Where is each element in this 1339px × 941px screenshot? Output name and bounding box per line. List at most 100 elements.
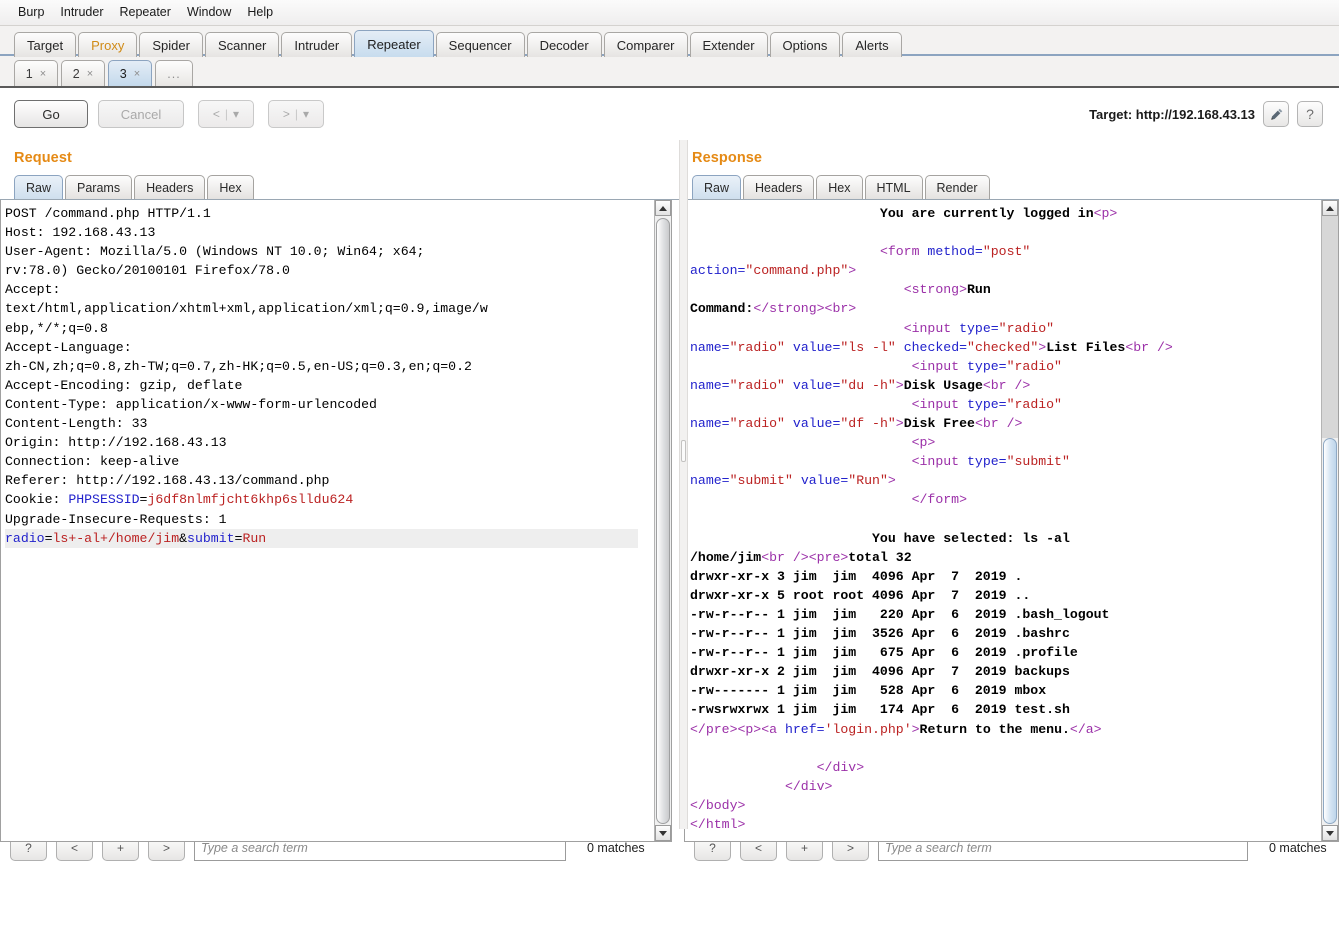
- run-command-label-1: Run: [967, 282, 991, 298]
- response-tab-html[interactable]: HTML: [864, 175, 923, 199]
- listing-row: drwxr-xr-x 3 jim jim 4096 Apr 7 2019 .: [690, 568, 1023, 584]
- scroll-down-button[interactable]: [1322, 825, 1338, 841]
- help-button[interactable]: ?: [1297, 101, 1323, 127]
- input-open-tag: <input: [911, 358, 967, 374]
- request-pane: Request Raw Params Headers Hex POST /com…: [0, 140, 680, 842]
- response-tab-headers[interactable]: Headers: [743, 175, 815, 199]
- repeater-tab-2-label: 2: [72, 66, 80, 81]
- back-button[interactable]: < | ▾: [198, 100, 254, 128]
- forward-arrow-icon: >: [282, 107, 290, 121]
- cancel-button[interactable]: Cancel: [98, 100, 184, 128]
- home-path: /home/jim: [690, 549, 762, 565]
- response-editor[interactable]: You are currently logged in<p> <form met…: [684, 200, 1339, 842]
- divider: |: [224, 107, 229, 121]
- tab-comparer[interactable]: Comparer: [603, 32, 688, 57]
- triangle-down-icon: [659, 830, 667, 836]
- close-icon[interactable]: ×: [87, 68, 93, 80]
- menu-item-burp[interactable]: Burp: [10, 3, 52, 22]
- repeater-tab-3[interactable]: 3 ×: [108, 60, 152, 86]
- body-param-radio-value: ls+-al+/home/jim: [52, 530, 180, 546]
- a-open-tag: <a: [761, 721, 785, 737]
- request-editor[interactable]: POST /command.php HTTP/1.1 Host: 192.168…: [0, 200, 672, 842]
- body-param-submit-value: Run: [242, 530, 267, 546]
- menu-item-repeater[interactable]: Repeater: [112, 3, 179, 22]
- response-tab-render[interactable]: Render: [924, 175, 990, 199]
- edit-target-button[interactable]: [1263, 101, 1289, 127]
- target-label: Target: http://192.168.43.13: [1089, 106, 1255, 122]
- response-tab-strip: Raw Headers Hex HTML Render: [680, 174, 1339, 200]
- scrollbar-track[interactable]: [1322, 216, 1338, 438]
- action-bar: Go Cancel < | ▾ > | ▾ Target: http://192…: [0, 88, 1339, 140]
- tab-target[interactable]: Target: [14, 32, 77, 57]
- br-tag: <br />: [974, 416, 1023, 432]
- go-button[interactable]: Go: [14, 100, 88, 128]
- pane-splitter-handle[interactable]: [681, 440, 686, 462]
- list-files-label: List Files: [1046, 339, 1126, 355]
- scroll-down-button[interactable]: [655, 825, 671, 841]
- menu-item-window[interactable]: Window: [179, 3, 239, 22]
- target-area: Target: http://192.168.43.13 ?: [1089, 101, 1323, 127]
- listing-row: -rwsrwxrwx 1 jim jim 174 Apr 6 2019 test…: [690, 702, 1070, 718]
- repeater-tab-strip: 1 × 2 × 3 × ...: [0, 56, 1339, 88]
- listing-row: -rw------- 1 jim jim 528 Apr 6 2019 mbox: [690, 683, 1047, 699]
- form-action-attr: action=: [690, 263, 746, 279]
- repeater-tab-1[interactable]: 1 ×: [14, 60, 58, 86]
- scrollbar-thumb[interactable]: [1323, 438, 1337, 824]
- tab-alerts[interactable]: Alerts: [842, 32, 902, 57]
- listing-row: drwxr-xr-x 5 root root 4096 Apr 7 2019 .…: [690, 587, 1031, 603]
- response-tab-hex[interactable]: Hex: [816, 175, 863, 199]
- triangle-up-icon: [1326, 205, 1334, 211]
- p-tag: <p>: [911, 435, 936, 451]
- forward-button[interactable]: > | ▾: [268, 100, 324, 128]
- form-action-value: "command.php": [745, 263, 849, 279]
- request-tab-hex[interactable]: Hex: [207, 175, 254, 199]
- editor-panes: Request Raw Params Headers Hex POST /com…: [0, 140, 1339, 842]
- close-icon[interactable]: ×: [40, 68, 46, 80]
- listing-row: -rw-r--r-- 1 jim jim 3526 Apr 6 2019 .ba…: [690, 626, 1070, 642]
- response-tab-raw[interactable]: Raw: [692, 175, 742, 199]
- input-open-tag: <input: [903, 320, 960, 336]
- scrollbar-thumb[interactable]: [656, 218, 670, 824]
- response-vertical-scrollbar[interactable]: [1321, 200, 1338, 841]
- pane-splitter[interactable]: [679, 140, 688, 829]
- repeater-tab-1-label: 1: [25, 66, 33, 81]
- request-tab-params[interactable]: Params: [65, 175, 133, 199]
- tab-spider[interactable]: Spider: [139, 32, 203, 57]
- scroll-up-button[interactable]: [1322, 200, 1338, 216]
- disk-usage-label: Disk Usage: [903, 377, 983, 393]
- request-tab-headers[interactable]: Headers: [134, 175, 206, 199]
- tab-intruder[interactable]: Intruder: [281, 32, 353, 57]
- menu-item-help[interactable]: Help: [239, 3, 281, 22]
- p-tag: <p>: [737, 721, 762, 737]
- repeater-tab-2[interactable]: 2 ×: [61, 60, 105, 86]
- cookie-param-name: PHPSESSID: [68, 492, 140, 508]
- tab-repeater[interactable]: Repeater: [354, 30, 434, 57]
- request-tab-strip: Raw Params Headers Hex: [0, 174, 680, 200]
- request-tab-raw[interactable]: Raw: [14, 175, 64, 199]
- request-raw-text[interactable]: POST /command.php HTTP/1.1 Host: 192.168…: [1, 200, 671, 548]
- close-icon[interactable]: ×: [134, 68, 140, 80]
- tab-scanner[interactable]: Scanner: [204, 32, 280, 57]
- form-method-attr: method=: [927, 244, 983, 260]
- tab-proxy[interactable]: Proxy: [78, 32, 138, 57]
- tab-sequencer[interactable]: Sequencer: [435, 32, 525, 57]
- question-mark-icon: ?: [1306, 106, 1314, 122]
- pre-open-tag: <pre>: [808, 549, 849, 565]
- scroll-up-button[interactable]: [655, 200, 671, 216]
- repeater-tab-new[interactable]: ...: [155, 60, 193, 86]
- tab-decoder[interactable]: Decoder: [526, 32, 602, 57]
- menu-item-intruder[interactable]: Intruder: [52, 3, 111, 22]
- upgrade-line: Upgrade-Insecure-Requests: 1: [5, 511, 227, 527]
- response-raw-text[interactable]: You are currently logged in<p> <form met…: [685, 200, 1338, 834]
- triangle-up-icon: [659, 205, 667, 211]
- tab-extender[interactable]: Extender: [689, 32, 768, 57]
- form-method-value: "post": [982, 244, 1031, 260]
- br-tag: <br />: [761, 549, 809, 565]
- body-param-radio-name: radio: [5, 530, 45, 546]
- form-close-tag: </form>: [911, 492, 967, 508]
- tab-options[interactable]: Options: [769, 32, 841, 57]
- triangle-down-icon: [1326, 830, 1334, 836]
- you-have-selected-line: You have selected: ls -al: [690, 530, 1070, 546]
- response-pane: Response Raw Headers Hex HTML Render You…: [680, 140, 1339, 842]
- request-vertical-scrollbar[interactable]: [654, 200, 671, 841]
